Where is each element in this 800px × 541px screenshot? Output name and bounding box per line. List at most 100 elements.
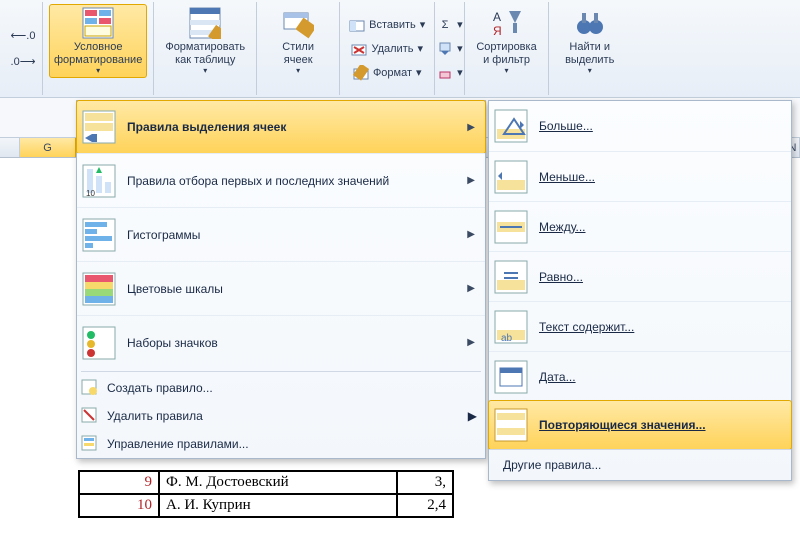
menu-label: Удалить правила [107,409,203,423]
cell-number[interactable]: 10 [79,494,159,517]
table-row[interactable]: 9 Ф. М. Достоевский 3, [79,471,453,494]
format-button[interactable]: Формат ▾ [350,63,425,83]
decrease-decimal-icon: .0⟶ [15,54,31,70]
equal-icon [493,259,529,295]
svg-text:ab: ab [501,333,513,344]
svg-text:10: 10 [86,189,95,198]
highlight-cell-rules-submenu: Больше... Меньше... Между... Равно... ab… [488,100,792,481]
chevron-down-icon: ▾ [416,66,422,79]
highlight-cells-icon [81,109,117,145]
fill-button[interactable]: ▾ [434,39,466,59]
menu-label: Текст содержит... [539,320,781,334]
submenu-text-contains[interactable]: ab Текст содержит... [489,301,791,351]
conditional-formatting-menu: Правила выделения ячеек ▶ 10 Правила отб… [76,100,486,459]
between-icon [493,209,529,245]
menu-text: Равно... [539,270,583,284]
chevron-down-icon: ▾ [296,66,300,75]
chevron-down-icon: ▾ [457,66,463,79]
submenu-greater-than[interactable]: Больше... [489,101,791,151]
menu-icon-sets[interactable]: Наборы значков ▶ [77,315,485,369]
sort-filter-label: Сортировка и фильтр [476,41,536,66]
submenu-arrow-icon: ▶ [467,122,475,133]
cell-name[interactable]: Ф. М. Достоевский [159,471,397,494]
menu-text: Больше... [539,119,593,133]
sigma-icon: Σ [437,17,453,33]
format-as-table-button[interactable]: Форматировать как таблицу ▾ [160,4,250,78]
eraser-icon [437,65,453,81]
submenu-duplicate-values[interactable]: Повторяющиеся значения... [488,400,792,450]
chevron-down-icon: ▾ [588,66,592,75]
submenu-between[interactable]: Между... [489,201,791,251]
submenu-more-rules[interactable]: Другие правила... [489,449,791,480]
cell-number[interactable]: 9 [79,471,159,494]
cell-value[interactable]: 3, [397,471,453,494]
cell-styles-button[interactable]: Стили ячеек ▾ [263,4,333,78]
menu-label: Гистограммы [127,228,467,242]
format-as-table-label: Форматировать как таблицу [165,41,245,66]
insert-label: Вставить [369,19,416,31]
chevron-down-icon: ▾ [457,42,463,55]
conditional-formatting-icon [82,7,114,39]
chevron-down-icon: ▾ [203,66,207,75]
menu-label: Цветовые шкалы [127,282,467,296]
greater-than-icon [493,108,529,144]
submenu-arrow-icon: ▶ [468,409,477,423]
format-label: Формат [373,67,412,79]
menu-clear-rules[interactable]: Удалить правила ▶ [77,402,485,430]
menu-text: Дата... [539,370,576,384]
ribbon: ⟵.0 .0⟶ Условное форматирование ▾ Формат… [0,0,800,98]
chevron-down-icon: ▾ [457,18,463,31]
text-contains-icon: ab [493,309,529,345]
sort-filter-button[interactable]: АЯ Сортировка и фильтр ▾ [471,4,541,78]
submenu-date-occurring[interactable]: Дата... [489,351,791,401]
conditional-formatting-button[interactable]: Условное форматирование ▾ [49,4,147,78]
menu-highlight-cell-rules[interactable]: Правила выделения ячеек ▶ [76,100,486,154]
cell-value[interactable]: 2,4 [397,494,453,517]
autosum-button[interactable]: Σ▾ [434,15,466,35]
menu-separator [81,371,481,372]
find-select-button[interactable]: Найти и выделить ▾ [555,4,625,78]
number-group: ⟵.0 .0⟶ [4,2,43,95]
menu-label: Дата... [539,370,781,384]
increase-decimal-button[interactable]: ⟵.0 [12,26,34,46]
chevron-down-icon: ▾ [96,66,100,75]
editing-sigma-group: Σ▾ ▾ ▾ [435,2,465,95]
cell-name[interactable]: А. И. Куприн [159,494,397,517]
decrease-decimal-button[interactable]: .0⟶ [12,52,34,72]
row-header-corner[interactable] [0,138,20,157]
menu-label: Правила отбора первых и последних значен… [127,174,467,188]
clear-button[interactable]: ▾ [434,63,466,83]
chevron-down-icon: ▾ [505,66,509,75]
menu-color-scales[interactable]: Цветовые шкалы ▶ [77,261,485,315]
delete-label: Удалить [371,43,413,55]
menu-data-bars[interactable]: Гистограммы ▶ [77,207,485,261]
cells-group: Вставить ▾ Удалить ▾ Формат ▾ [340,2,435,95]
format-as-table-icon [189,7,221,39]
color-scales-icon [81,271,117,307]
insert-icon [349,17,365,33]
delete-button[interactable]: Удалить ▾ [348,39,426,59]
insert-button[interactable]: Вставить ▾ [346,15,428,35]
menu-text: Текст содержит... [539,320,634,334]
find-select-label: Найти и выделить [565,41,614,66]
column-header-g[interactable]: G [20,138,76,157]
submenu-arrow-icon: ▶ [467,283,475,294]
cell-styles-label: Стили ячеек [282,41,314,66]
svg-text:Я: Я [493,24,502,38]
table-row[interactable]: 10 А. И. Куприн 2,4 [79,494,453,517]
menu-label: Повторяющиеся значения... [539,418,781,432]
submenu-less-than[interactable]: Меньше... [489,151,791,201]
menu-manage-rules[interactable]: Управление правилами... [77,430,485,458]
menu-new-rule[interactable]: Создать правило... [77,374,485,402]
styles-group: Условное форматирование ▾ [43,2,154,95]
menu-label: Равно... [539,270,781,284]
chevron-down-icon: ▾ [417,42,423,55]
fill-down-icon [437,41,453,57]
submenu-arrow-icon: ▶ [467,175,475,186]
menu-text: Между... [539,220,586,234]
menu-label: Правила выделения ячеек [127,120,467,134]
menu-label: Больше... [539,119,781,133]
submenu-equal-to[interactable]: Равно... [489,251,791,301]
menu-label: Создать правило... [107,381,213,395]
menu-top-bottom-rules[interactable]: 10 Правила отбора первых и последних зна… [77,153,485,207]
